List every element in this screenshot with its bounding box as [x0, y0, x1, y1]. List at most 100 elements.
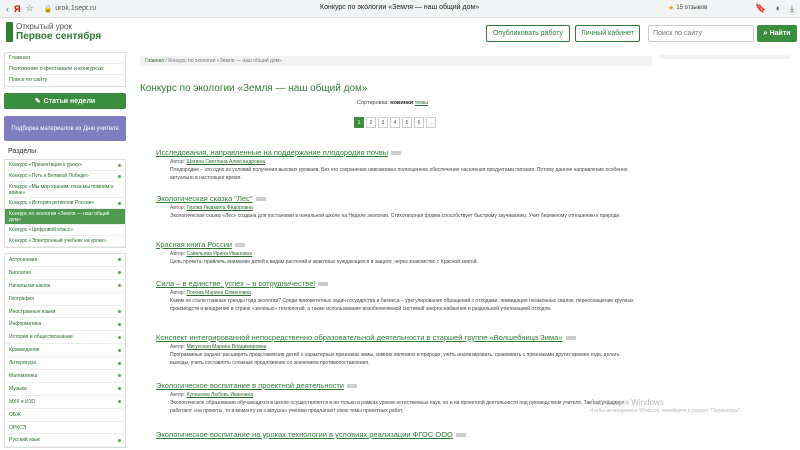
- sidebar-link-search[interactable]: Поиск по сайту: [5, 75, 125, 86]
- section-item[interactable]: Конкурс «Мы мир храним, пока мы помним о…: [5, 182, 125, 198]
- subject-label: Русский язык: [9, 437, 40, 444]
- article-description: Плодородие – это одно из условий получен…: [170, 167, 628, 181]
- section-item[interactable]: Конкурс «Презентация к уроку»: [5, 160, 125, 171]
- download-icon[interactable]: ⤓: [790, 3, 794, 14]
- new-tag-icon: [255, 197, 266, 202]
- subject-label: ОРКСЭ: [9, 424, 27, 431]
- section-item[interactable]: Конкурс «Электронный учебник на уроке»: [5, 236, 125, 247]
- subject-label: История и обществознание: [9, 334, 73, 341]
- article-title[interactable]: Конспект интегрированной непосредственно…: [156, 333, 563, 342]
- article-title[interactable]: Экологическое воспитание на уроках техно…: [156, 430, 453, 439]
- author-label: Автор:: [170, 205, 186, 211]
- article-author[interactable]: Гурова Людмила Фёдоровна: [186, 205, 252, 211]
- windows-activation-watermark: Активация Windows Чтобы активировать Win…: [590, 398, 741, 414]
- article-description: Экологическая сказка «Лес» создана для п…: [170, 213, 621, 219]
- subject-label: География: [9, 295, 34, 302]
- dot-icon: [118, 201, 121, 205]
- subject-item[interactable]: Астрономия: [5, 254, 125, 267]
- dot-icon: [118, 387, 121, 391]
- article-author[interactable]: Шагина Светлана Александровна: [186, 159, 265, 165]
- page-button[interactable]: 3: [378, 117, 388, 128]
- subject-item[interactable]: ОБЖ: [5, 409, 125, 422]
- subject-label: Иностранные языки: [9, 308, 56, 315]
- breadcrumb-home[interactable]: Главная: [145, 58, 164, 64]
- section-item[interactable]: Конкурс «Путь к Великой Победе»: [5, 171, 125, 182]
- page-button[interactable]: 5: [402, 117, 412, 128]
- subject-item[interactable]: История и обществознание: [5, 331, 125, 345]
- article-title[interactable]: Красная книга России: [156, 240, 232, 249]
- subject-item[interactable]: Биология: [5, 267, 125, 280]
- author-label: Автор:: [170, 344, 186, 350]
- author-label: Автор:: [170, 251, 186, 257]
- author-label: Автор:: [170, 392, 186, 398]
- subject-label: Астрономия: [9, 256, 38, 263]
- article-title[interactable]: Экологическая сказка "Лес": [156, 194, 253, 203]
- teacher-day-button[interactable]: Подборка материалов ко Дню учителя: [4, 116, 126, 141]
- article-title[interactable]: Сила – в единстве, успех – в сотрудничес…: [156, 279, 315, 288]
- star-icon: ★: [668, 5, 675, 12]
- article-author[interactable]: Попова Марина Семеновна: [186, 290, 251, 296]
- subject-item[interactable]: Иностранные языки: [5, 306, 125, 319]
- section-item[interactable]: Конкурс «История регионов России»: [5, 198, 125, 209]
- page-button[interactable]: 4: [390, 117, 400, 128]
- subject-label: МХК и ИЗО: [9, 398, 36, 405]
- search-input[interactable]: [648, 25, 754, 42]
- subject-item[interactable]: Литература: [5, 357, 125, 371]
- article-title[interactable]: Исследования, направленные на поддержани…: [156, 148, 388, 157]
- sidebar-link-home[interactable]: Главная: [5, 53, 125, 64]
- back-icon[interactable]: ‹: [6, 4, 9, 14]
- article-author[interactable]: Мигунская Марина Владимировна: [186, 344, 266, 350]
- sort-topics-option[interactable]: темы: [415, 100, 428, 106]
- article-author[interactable]: Савельева Ирина Ивановна: [186, 251, 252, 257]
- subject-label: Информатика: [9, 321, 42, 328]
- article-author[interactable]: Кулешова Любовь Ивановна: [186, 392, 253, 398]
- articles-week-button[interactable]: ✎ Статьи недели: [4, 93, 126, 109]
- subject-item[interactable]: МХК и ИЗО: [5, 396, 125, 409]
- page-tab-title: Конкурс по экологии «Земля — наш общий д…: [320, 4, 480, 11]
- subject-item[interactable]: Музыка: [5, 383, 125, 396]
- sidebar-top-links: Главная Положение о фестивале и конкурса…: [4, 52, 126, 87]
- breadcrumb-separator: /: [165, 58, 167, 64]
- article-item: Красная книга России Автор: Савельева Ир…: [156, 240, 636, 267]
- subject-item[interactable]: Русский язык: [5, 434, 125, 448]
- page-title: Конкурс по экологии «Земля — наш общий д…: [140, 83, 368, 94]
- subject-item[interactable]: Начальная школа: [5, 280, 125, 293]
- section-label: Конкурс «Мы мир храним, пока мы помним о…: [9, 183, 114, 196]
- sidebar: Главная Положение о фестивале и конкурса…: [4, 52, 126, 449]
- article-title[interactable]: Экологическое воспитание в проектной дея…: [156, 381, 344, 390]
- author-label: Автор:: [170, 159, 186, 165]
- subject-item[interactable]: Информатика: [5, 318, 125, 332]
- subject-item[interactable]: География: [5, 293, 125, 306]
- dot-icon: [118, 310, 121, 313]
- subject-item[interactable]: Краеведение: [5, 344, 125, 358]
- page-button[interactable]: 2: [366, 117, 376, 128]
- dot-icon: [118, 348, 121, 352]
- article-item: Сила – в единстве, успех – в сотрудничес…: [156, 279, 636, 313]
- next-page-button[interactable]: →: [426, 117, 436, 128]
- section-item-active[interactable]: Конкурс по экологии «Земля — наш общий д…: [5, 209, 125, 225]
- article-description: Каким не стали главные тренды года эколо…: [170, 298, 634, 312]
- article-item: Конспект интегрированной непосредственно…: [156, 333, 636, 367]
- yandex-icon[interactable]: Я: [14, 4, 20, 14]
- search-button[interactable]: ⌕ Найти: [757, 25, 797, 42]
- cabinet-button[interactable]: Личный кабинет: [575, 25, 640, 42]
- sidebar-link-rules[interactable]: Положение о фестивале и конкурсах: [5, 64, 125, 75]
- dot-icon: [118, 438, 121, 442]
- subject-item[interactable]: ОРКСЭ: [5, 422, 125, 435]
- subject-label: Краеведение: [9, 347, 40, 354]
- address-bar[interactable]: 🔒 urok.1sept.ru: [44, 5, 97, 13]
- subject-item[interactable]: Математика: [5, 370, 125, 383]
- reviews-badge[interactable]: ★ 15 отзывов: [668, 4, 707, 12]
- sort-new-option[interactable]: новинки: [390, 100, 413, 106]
- section-item[interactable]: Конкурс «Цифровой класс»: [5, 225, 125, 236]
- bookmark-icon[interactable]: 🔖: [755, 3, 766, 14]
- article-author-line: Автор: Шагина Светлана Александровна: [170, 159, 636, 165]
- publish-button[interactable]: Опубликовать работу: [486, 25, 570, 42]
- article-description: Программные задачи: расширять представле…: [170, 352, 620, 366]
- page-button[interactable]: 6: [414, 117, 424, 128]
- extensions-icon[interactable]: ◐: [776, 3, 781, 14]
- page-button-current[interactable]: 1: [354, 117, 364, 128]
- site-logo[interactable]: Открытый урок Первое сентября: [6, 22, 101, 42]
- favorite-star-icon[interactable]: ☆: [25, 3, 33, 14]
- subject-label: Математика: [9, 372, 38, 379]
